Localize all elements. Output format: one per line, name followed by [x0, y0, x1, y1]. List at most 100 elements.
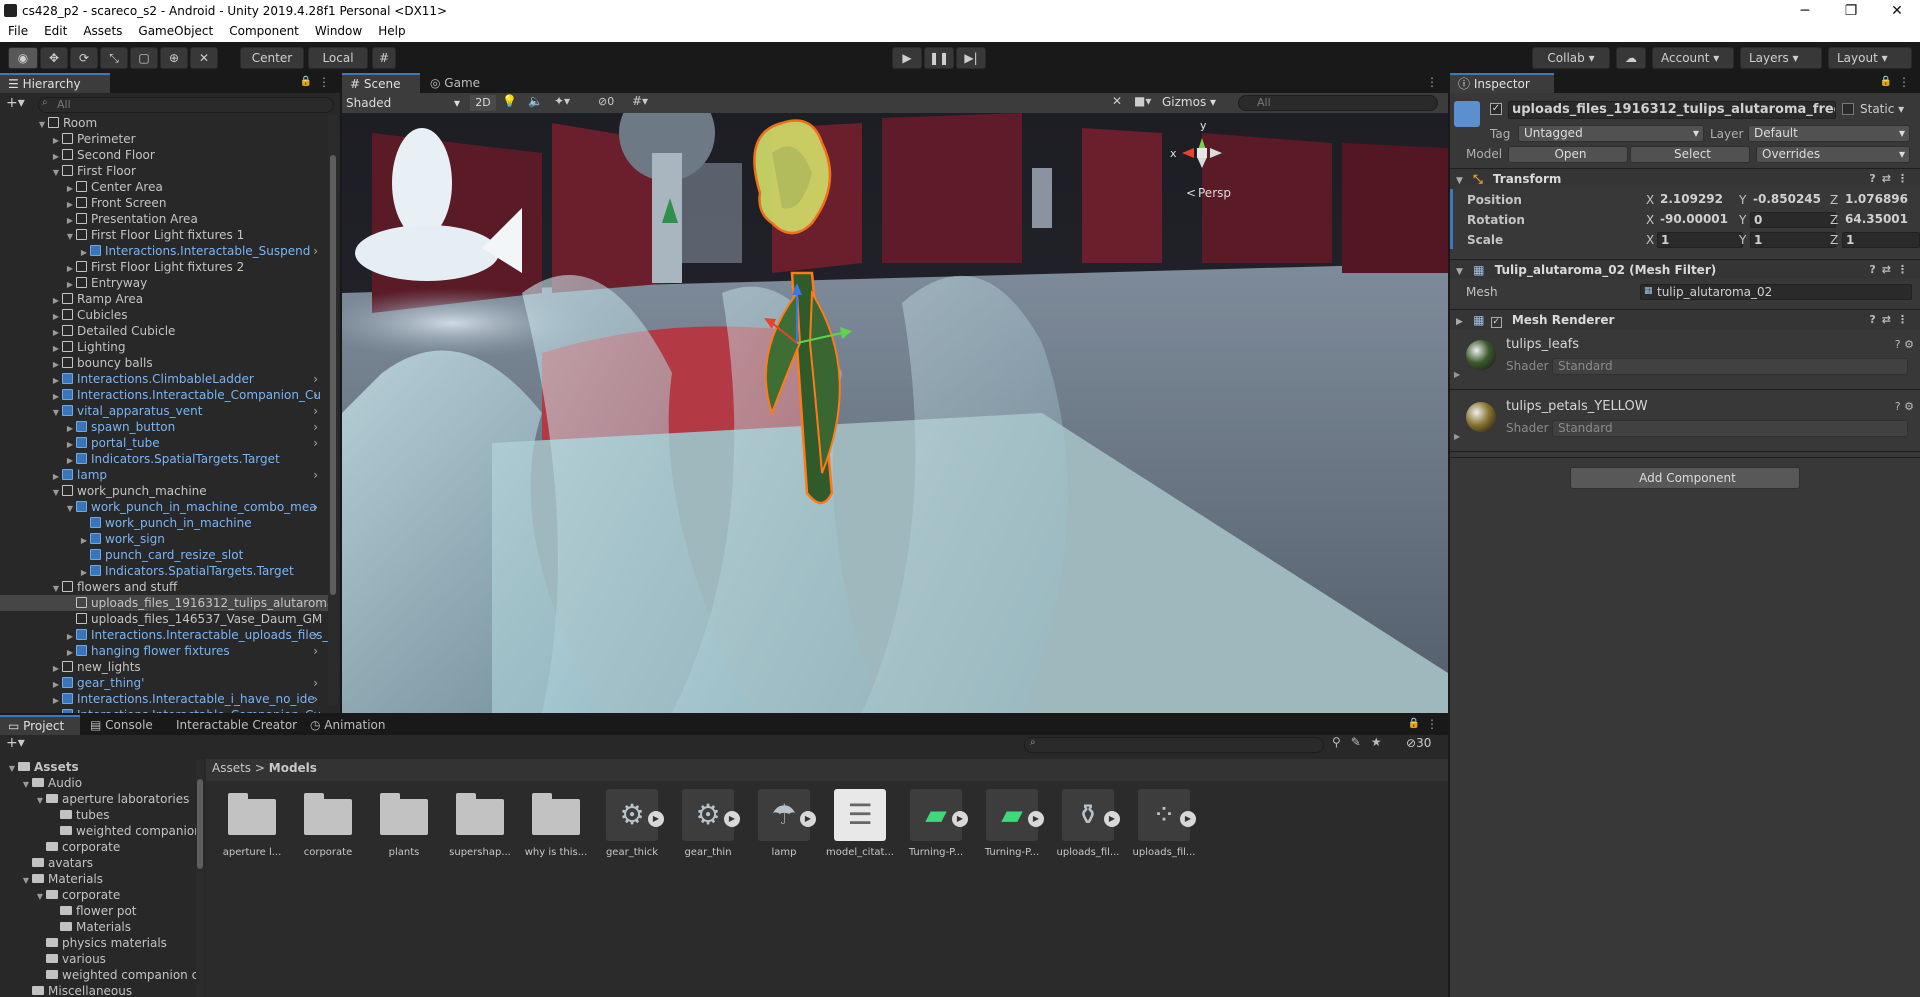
transform-header[interactable]: ▼ ⤡ Transform ?⇄⋮: [1450, 168, 1920, 188]
hierarchy-row[interactable]: ▼ work_punch_in_machine_combo_mea ›: [0, 499, 328, 515]
open-prefab-chevron-icon[interactable]: ›: [313, 387, 318, 403]
add-component-button[interactable]: Add Component: [1570, 467, 1800, 489]
asset-item[interactable]: ⚙ ▶ gear_thick: [596, 789, 668, 858]
collapsed-arrow-icon[interactable]: ▶: [64, 261, 76, 275]
collapsed-arrow-icon[interactable]: ▶: [50, 661, 62, 675]
layer-dropdown[interactable]: Default ▾: [1748, 125, 1910, 142]
account-dropdown[interactable]: Account ▾: [1652, 47, 1734, 69]
project-create-icon[interactable]: +▾: [6, 735, 25, 751]
project-tree-scrollbar[interactable]: [196, 759, 204, 997]
breadcrumb-assets[interactable]: Assets: [212, 761, 251, 775]
mesh-renderer-menu-icons[interactable]: ?⇄⋮: [1869, 310, 1914, 330]
material-fold-icon[interactable]: ▶: [1454, 370, 1460, 379]
hierarchy-row[interactable]: ▼ First Floor: [0, 163, 328, 179]
project-tree-item[interactable]: avatars: [0, 855, 196, 871]
object-name-field[interactable]: uploads_files_1916312_tulips_alutaroma_f…: [1508, 101, 1836, 119]
collapsed-arrow-icon[interactable]: ▶: [64, 277, 76, 291]
layers-dropdown[interactable]: Layers ▾: [1740, 47, 1822, 69]
asset-item[interactable]: aperture l...: [216, 789, 288, 858]
expanded-arrow-icon[interactable]: ▼: [50, 485, 62, 499]
hierarchy-row[interactable]: ▶ Interactions.Interactable_Companion_Cu: [0, 707, 328, 713]
rect-tool-button[interactable]: ▢: [130, 47, 158, 69]
project-more-icon[interactable]: ⋮: [1426, 717, 1438, 731]
tab-inspector[interactable]: ⓘ Inspector: [1450, 73, 1554, 93]
menu-component[interactable]: Component: [221, 22, 307, 40]
hierarchy-row[interactable]: ▶ Interactions.Interactable_uploads_files…: [0, 627, 328, 643]
shader-dropdown[interactable]: Standard: [1552, 358, 1908, 375]
project-tree-item[interactable]: ▼ Assets: [0, 759, 196, 775]
hierarchy-row[interactable]: ▶ Front Screen: [0, 195, 328, 211]
project-tree-item[interactable]: corporate: [0, 839, 196, 855]
material-settings-icons[interactable]: ? ⚙: [1895, 338, 1914, 351]
active-checkbox[interactable]: ✓: [1490, 103, 1502, 115]
hierarchy-row[interactable]: work_punch_in_machine: [0, 515, 328, 531]
project-tree-scroll-thumb[interactable]: [197, 779, 203, 869]
collapsed-arrow-icon[interactable]: ▶: [50, 709, 62, 713]
component-menu-icons[interactable]: ?⇄⋮: [1869, 169, 1914, 189]
layout-dropdown[interactable]: Layout ▾: [1828, 47, 1912, 69]
mesh-renderer-header[interactable]: ▶ ▦ ✓ Mesh Renderer ?⇄⋮: [1450, 309, 1920, 329]
collapsed-arrow-icon[interactable]: ▶: [50, 389, 62, 403]
project-tree-item[interactable]: weighted companion: [0, 823, 198, 839]
project-filter-icons[interactable]: ⚲✎★: [1332, 735, 1392, 749]
expand-asset-icon[interactable]: ▶: [952, 811, 968, 827]
asset-item[interactable]: supershap...: [444, 789, 516, 858]
lighting-icon[interactable]: 💡: [502, 94, 517, 108]
pos-z-field[interactable]: 1.076896: [1842, 192, 1920, 208]
expand-asset-icon[interactable]: ▶: [1104, 811, 1120, 827]
collapsed-arrow-icon[interactable]: ▶: [64, 453, 76, 467]
open-prefab-chevron-icon[interactable]: ›: [313, 643, 318, 659]
collapsed-arrow-icon[interactable]: ▶: [64, 645, 76, 659]
collapsed-arrow-icon[interactable]: ▶: [50, 293, 62, 307]
hierarchy-row[interactable]: ▶ work_sign: [0, 531, 328, 547]
open-prefab-chevron-icon[interactable]: ›: [313, 371, 318, 387]
hierarchy-row[interactable]: uploads_files_146537_Vase_Daum_GM: [0, 611, 328, 627]
tab-interactable-creator[interactable]: Interactable Creator: [168, 715, 308, 735]
collapsed-arrow-icon[interactable]: ▶: [50, 469, 62, 483]
hierarchy-row[interactable]: ▶ Detailed Cubicle: [0, 323, 328, 339]
collapsed-arrow-icon[interactable]: ▶: [64, 437, 76, 451]
tools-icon[interactable]: ✕: [1112, 94, 1122, 108]
asset-item[interactable]: ▰ ▶ Turning-P...: [900, 789, 972, 858]
lock-icon[interactable]: 🔒: [300, 76, 312, 87]
pivot-center-button[interactable]: Center: [240, 47, 304, 69]
2d-toggle[interactable]: 2D: [470, 95, 496, 111]
custom-tool-button[interactable]: ✕: [190, 47, 218, 69]
hierarchy-row[interactable]: ▼ First Floor Light fixtures 1: [0, 227, 328, 243]
persp-text[interactable]: Persp: [1198, 186, 1231, 200]
move-tool-button[interactable]: ✥: [40, 47, 68, 69]
rot-y-field[interactable]: 0: [1750, 212, 1836, 228]
cloud-button[interactable]: ☁: [1616, 47, 1646, 69]
inspector-lock-icon[interactable]: 🔒: [1880, 76, 1892, 87]
scale-x-field[interactable]: 1: [1657, 232, 1743, 248]
material-preview-icon[interactable]: [1466, 340, 1496, 370]
expand-asset-icon[interactable]: ▶: [648, 811, 664, 827]
hierarchy-row[interactable]: ▶ lamp ›: [0, 467, 328, 483]
hierarchy-row[interactable]: ▶ Center Area: [0, 179, 328, 195]
pos-x-field[interactable]: 2.109292: [1657, 192, 1743, 208]
transform-tool-button[interactable]: ⊕: [160, 47, 188, 69]
menu-assets[interactable]: Assets: [75, 22, 130, 40]
more-icon[interactable]: ⋮: [318, 75, 330, 89]
effects-icon[interactable]: ✦▾: [554, 94, 570, 108]
expand-asset-icon[interactable]: ▶: [724, 811, 740, 827]
hierarchy-row[interactable]: ▶ Cubicles: [0, 307, 328, 323]
hierarchy-row[interactable]: ▶ Entryway: [0, 275, 328, 291]
open-button[interactable]: Open: [1508, 146, 1628, 163]
grid-toggle[interactable]: #▾: [632, 94, 648, 108]
collapsed-arrow-icon[interactable]: ▶: [50, 677, 62, 691]
mesh-filter-header[interactable]: ▼ ▦ Tulip_alutaroma_02 (Mesh Filter) ?⇄⋮: [1450, 259, 1920, 279]
collapsed-arrow-icon[interactable]: ▶: [78, 245, 90, 259]
menu-gameobject[interactable]: GameObject: [130, 22, 221, 40]
scale-z-field[interactable]: 1: [1842, 232, 1920, 248]
open-prefab-chevron-icon[interactable]: ›: [313, 467, 318, 483]
hierarchy-row[interactable]: ▶ Second Floor: [0, 147, 328, 163]
close-button[interactable]: ✕: [1874, 0, 1920, 22]
hierarchy-row[interactable]: ▶ Presentation Area: [0, 211, 328, 227]
gizmos-dropdown[interactable]: Gizmos ▾: [1162, 95, 1216, 109]
project-tree-item[interactable]: ▼ Audio: [0, 775, 196, 791]
collapsed-arrow-icon[interactable]: ▶: [78, 533, 90, 547]
hierarchy-row[interactable]: ▶ First Floor Light fixtures 2: [0, 259, 328, 275]
project-tree-item[interactable]: weighted companion cu: [0, 967, 198, 983]
play-button[interactable]: ▶: [892, 47, 922, 69]
